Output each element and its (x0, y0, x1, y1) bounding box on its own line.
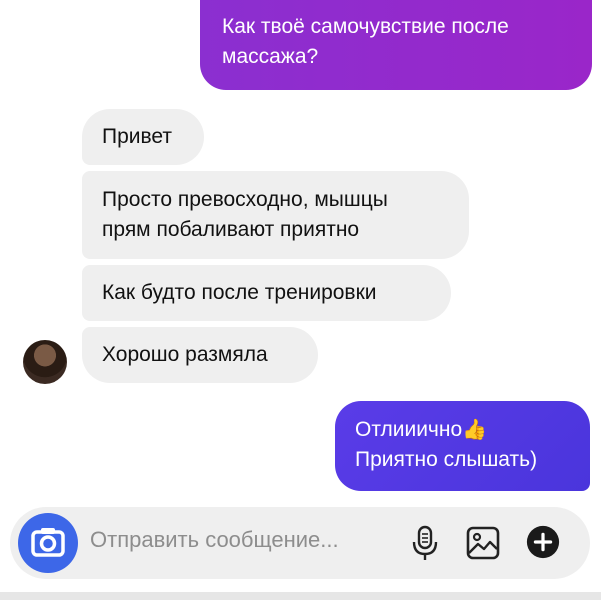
camera-icon (31, 528, 65, 557)
message-text-line: массажа? (222, 45, 319, 68)
outgoing-message-bubble[interactable]: Как твоё самочувствие после массажа? (200, 0, 592, 90)
message-text-line: Хорошо размяла (102, 343, 268, 366)
plus-icon[interactable] (525, 523, 561, 561)
camera-button[interactable] (18, 513, 78, 573)
message-text-line: Как будто после тренировки (102, 281, 377, 304)
message-composer: Отправить сообщение... (10, 507, 590, 579)
message-text-line: Просто превосходно, мышцы (102, 188, 388, 211)
microphone-icon[interactable] (407, 524, 443, 562)
message-text-line: Привет (102, 125, 173, 148)
message-text-line: Приятно слышать) (355, 448, 538, 471)
gallery-icon[interactable] (465, 524, 501, 562)
contact-avatar[interactable] (23, 340, 67, 384)
bottom-divider (0, 592, 601, 600)
message-input[interactable]: Отправить сообщение... (90, 527, 339, 553)
message-text-line: Отлииично👍 (355, 418, 488, 441)
thumbs-up-emoji: 👍 (462, 419, 488, 441)
message-text-line: Как твоё самочувствие после (222, 15, 509, 38)
outgoing-message-bubble[interactable]: Отлииично👍 Приятно слышать) (335, 401, 590, 491)
message-text-line: прям побаливают приятно (102, 218, 360, 241)
incoming-message-bubble[interactable]: Как будто после тренировки (82, 265, 451, 321)
incoming-message-bubble[interactable]: Привет (82, 109, 204, 165)
incoming-message-bubble[interactable]: Просто превосходно, мышцы прям побаливаю… (82, 171, 469, 259)
incoming-message-bubble[interactable]: Хорошо размяла (82, 327, 318, 383)
